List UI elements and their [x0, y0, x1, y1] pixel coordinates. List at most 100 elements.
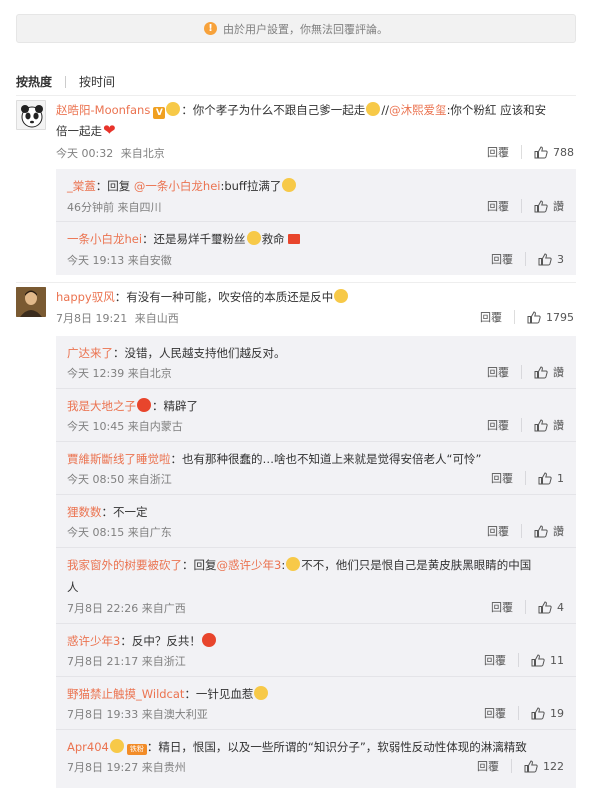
- reply-location: 来自广西: [141, 602, 186, 615]
- thumbs-up-icon: [531, 706, 545, 719]
- mention-link[interactable]: @一条小白龙hei: [134, 179, 221, 193]
- comment-meta: 今天 00:32 来自北京: [56, 145, 169, 161]
- avatar[interactable]: [16, 100, 46, 130]
- reply-meta: 7月8日 21:17 来自浙江: [67, 653, 186, 669]
- reply-prefix: ：回复: [182, 558, 217, 572]
- reply-actions: 回覆 122: [477, 758, 564, 774]
- reply-time: 46分钟前: [67, 201, 114, 214]
- notice-text: 由於用户設置，你無法回覆評論。: [223, 22, 388, 36]
- like-count: 讚: [553, 419, 564, 432]
- reply-button[interactable]: 回覆: [491, 251, 513, 267]
- reply-body-line2: 人: [67, 580, 79, 594]
- avatar[interactable]: [16, 287, 46, 317]
- like-count: 19: [550, 706, 564, 720]
- reply-restricted-notice: ! 由於用户設置，你無法回覆評論。: [16, 14, 576, 43]
- reply-button[interactable]: 回覆: [487, 417, 509, 433]
- reply-button[interactable]: 回覆: [491, 599, 513, 615]
- reply-time: 今天 08:15: [67, 526, 125, 539]
- like-button[interactable]: 788: [534, 146, 574, 159]
- action-separator: [521, 524, 522, 538]
- reply-button[interactable]: 回覆: [491, 470, 513, 486]
- mention-link[interactable]: @沐熙爱玺: [389, 103, 447, 117]
- reply-location: 来自北京: [127, 367, 172, 380]
- reply-username[interactable]: _棠蓋: [67, 179, 96, 193]
- reply-button[interactable]: 回覆: [487, 144, 509, 160]
- reply-username[interactable]: 賈維斯斷线了睡觉啦: [67, 452, 171, 466]
- reply-item: 野猫禁止触摸_Wildcat：一针见血惹 7月8日 19:33 来自澳大利亚 回…: [56, 677, 576, 730]
- comment-username[interactable]: 赵晧阳-Moonfans: [56, 103, 150, 117]
- reply-username[interactable]: 野猫禁止触摸_Wildcat: [67, 687, 184, 701]
- reply-button[interactable]: 回覆: [487, 364, 509, 380]
- emoji-icon: [109, 739, 124, 753]
- action-separator: [521, 199, 522, 213]
- reply-location: 来自广东: [127, 526, 172, 539]
- reply-actions: 回覆 4: [491, 599, 564, 615]
- reply-text: 賈維斯斷线了睡觉啦：也有那种很蠢的…啥也不知道上来就是觉得安倍老人“可怜”: [67, 448, 562, 470]
- reply-time: 7月8日 19:33: [67, 708, 139, 721]
- comment-username[interactable]: happy驭风: [56, 290, 115, 304]
- reply-username[interactable]: 广达来了: [67, 346, 113, 360]
- like-button[interactable]: 122: [524, 760, 564, 773]
- thumbs-up-icon: [534, 199, 548, 212]
- thumbs-up-icon: [534, 524, 548, 537]
- thumbs-up-icon: [531, 653, 545, 666]
- sort-tabs: 按热度 按时间: [16, 73, 115, 90]
- reply-body: :buff拉满了: [220, 179, 282, 193]
- reply-username[interactable]: 惑许少年3: [67, 634, 120, 648]
- like-count: 1795: [546, 310, 574, 324]
- comment-meta: 7月8日 19:21 来自山西: [56, 310, 183, 326]
- reply-username[interactable]: Apr404: [67, 740, 109, 754]
- emoji-icon: [166, 102, 181, 116]
- fan-badge: 铁粉: [126, 744, 147, 755]
- like-count: 4: [557, 600, 564, 614]
- like-button[interactable]: 4: [538, 601, 564, 614]
- reply-text: 一条小白龙hei：还是易烊千璽粉丝 救命: [67, 228, 562, 250]
- reply-time: 7月8日 19:27: [67, 761, 139, 774]
- action-separator: [518, 706, 519, 720]
- comment-time: 今天 00:32: [56, 147, 114, 160]
- like-button[interactable]: 1: [538, 472, 564, 485]
- tab-sort-hot[interactable]: 按热度: [16, 73, 52, 90]
- thumbs-up-icon: [534, 145, 548, 158]
- reply-username[interactable]: 狸数数: [67, 505, 102, 519]
- reply-item: 一条小白龙hei：还是易烊千璽粉丝 救命 今天 19:13 来自安徽 回覆 3: [56, 222, 576, 275]
- reply-button[interactable]: 回覆: [484, 705, 506, 721]
- comment-body: ：你个孝子为什么不跟自己爹一起走: [181, 103, 366, 117]
- comment-actions: 回覆 788: [487, 144, 574, 160]
- reply-username[interactable]: 我家窗外的树要被砍了: [67, 558, 182, 572]
- action-separator: [514, 310, 515, 324]
- like-button[interactable]: 讚: [534, 364, 564, 380]
- mention-link[interactable]: @惑许少年3: [217, 558, 282, 572]
- reply-button[interactable]: 回覆: [477, 758, 499, 774]
- emoji-icon: [201, 633, 216, 647]
- comment-actions: 回覆 1795: [480, 309, 574, 325]
- reply-meta: 46分钟前 来自四川: [67, 199, 162, 215]
- reply-text: 我是大地之子 ：精辟了: [67, 395, 562, 417]
- reply-item: 我是大地之子 ：精辟了 今天 10:45 来自内蒙古 回覆 讚: [56, 389, 576, 442]
- reply-button[interactable]: 回覆: [487, 198, 509, 214]
- emoji-icon: [334, 289, 349, 303]
- divider: [16, 95, 576, 96]
- comment-body-line2: 倍一起走: [56, 124, 102, 138]
- like-button[interactable]: 讚: [534, 523, 564, 539]
- reply-body: ：也有那种很蠢的…啥也不知道上来就是觉得安倍老人“可怜”: [170, 452, 482, 466]
- comment-location: 来自山西: [134, 312, 179, 325]
- reply-username[interactable]: 我是大地之子: [67, 399, 136, 413]
- action-separator: [521, 365, 522, 379]
- reply-meta: 今天 08:50 来自浙江: [67, 471, 172, 487]
- reply-username[interactable]: 一条小白龙hei: [67, 232, 142, 246]
- reply-button[interactable]: 回覆: [484, 652, 506, 668]
- like-count: 3: [557, 252, 564, 266]
- reply-actions: 回覆 讚: [487, 364, 564, 380]
- like-button[interactable]: 19: [531, 707, 564, 720]
- like-button[interactable]: 3: [538, 253, 564, 266]
- like-button[interactable]: 11: [531, 654, 564, 667]
- like-button[interactable]: 1795: [527, 311, 574, 324]
- reply-button[interactable]: 回覆: [480, 309, 502, 325]
- reply-item: Apr404 铁粉 ：精日，恨国，以及一些所谓的“知识分子”，软弱性反动性体现的淋漓…: [56, 730, 576, 783]
- tab-sort-time[interactable]: 按时间: [79, 73, 115, 90]
- reply-button[interactable]: 回覆: [487, 523, 509, 539]
- reply-item: 广达来了：没错，人民越支持他们越反对。 今天 12:39 来自北京 回覆 讚: [56, 336, 576, 389]
- like-button[interactable]: 讚: [534, 198, 564, 214]
- like-button[interactable]: 讚: [534, 417, 564, 433]
